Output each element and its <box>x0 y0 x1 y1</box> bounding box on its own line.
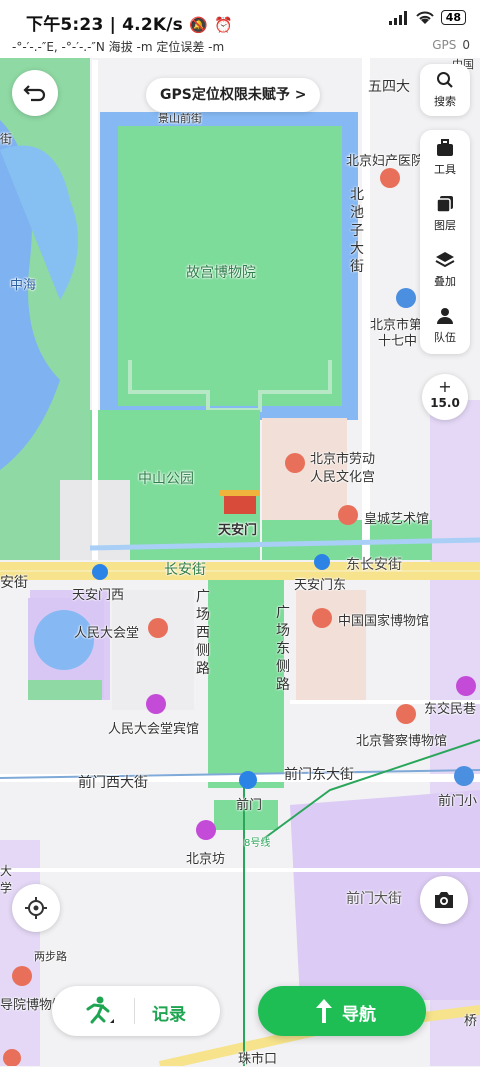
label-wusi: 五四大 <box>368 79 410 95</box>
mute-icon: 🔕 <box>189 16 208 34</box>
label-national-museum: 中国国家博物馆 <box>338 614 430 629</box>
label-liangbulu: 两步路 <box>34 950 67 963</box>
label-tiananmen: 天安门 <box>218 523 258 538</box>
stack-icon <box>435 252 455 268</box>
search-panel: 搜索 <box>420 64 470 116</box>
label-beijingfang: 北京坊 <box>186 852 226 867</box>
label-changan-east: 东长安街 <box>346 557 402 573</box>
label-great-hall: 人民大会堂 <box>74 626 140 641</box>
tools-panel: 工具 图层 叠加 队伍 <box>420 130 470 354</box>
zoom-plus-minus-icon: + <box>438 377 452 396</box>
label-jingshan: 景山前街 <box>158 112 202 125</box>
label-zhongshan-park: 中山公园 <box>138 471 194 487</box>
label-qianmen-east: 前门东大街 <box>284 767 354 783</box>
running-person-icon <box>86 996 114 1024</box>
gps-label: GPS <box>432 38 457 52</box>
overlay-button[interactable]: 叠加 <box>420 242 470 298</box>
record-label: 记录 <box>152 1005 186 1025</box>
record-divider <box>134 998 135 1024</box>
camera-button[interactable] <box>420 876 468 924</box>
camera-icon <box>435 892 453 908</box>
label-guangchang-east: 广场东侧路 <box>276 605 290 693</box>
person-icon <box>437 308 453 324</box>
team-button[interactable]: 队伍 <box>420 298 470 354</box>
record-button[interactable]: 记录 <box>52 986 220 1036</box>
label-qianmen-west: 前门西大街 <box>78 775 148 791</box>
label-guangchang-west: 广场西侧路 <box>196 589 210 677</box>
label-palace: 故宫博物院 <box>186 265 256 281</box>
search-button[interactable]: 搜索 <box>420 64 470 116</box>
label-qiao: 桥 <box>464 1014 478 1029</box>
label-tiananmen-west: 天安门西 <box>72 588 125 603</box>
label-zhushikou: 珠市口 <box>238 1052 278 1067</box>
team-label: 队伍 <box>434 331 456 344</box>
overlay-label: 叠加 <box>434 275 456 288</box>
search-icon <box>437 72 453 88</box>
label-dongjiaomin: 东交民巷 <box>424 702 477 717</box>
wifi-icon <box>415 11 434 24</box>
label-workers-palace-2: 人民文化宫 <box>310 470 376 485</box>
label-qianmen-dajie: 前门大街 <box>346 891 402 907</box>
signal-icon <box>388 10 407 25</box>
search-label: 搜索 <box>434 95 456 108</box>
navigate-arrow-icon <box>316 999 332 1023</box>
tools-label: 工具 <box>434 163 456 176</box>
label-qianmen-xiao: 前门小 <box>438 794 478 809</box>
tools-button[interactable]: 工具 <box>420 130 470 186</box>
label-great-hall-hotel: 人民大会堂宾馆 <box>108 722 200 737</box>
label-fuchan: 北京妇产医院 <box>346 154 425 169</box>
label-qianmen: 前门 <box>236 798 263 813</box>
label-police-museum: 北京警察博物馆 <box>356 734 448 749</box>
toolbox-icon <box>437 139 453 156</box>
layers-label: 图层 <box>434 219 456 232</box>
gps-satellite-count: 0 <box>462 38 470 52</box>
network-speed: 4.2K/s <box>122 15 183 35</box>
label-workers-palace-1: 北京市劳动 <box>310 452 376 467</box>
status-bar: 下午5:23 | 4.2K/s 🔕 ⏰ 48 -°-′-.-″E, -°-′-.… <box>0 0 480 58</box>
label-tiananmen-east: 天安门东 <box>294 578 347 593</box>
label-beichizi: 北池子大街 <box>350 187 364 275</box>
navigate-button[interactable]: 导航 <box>258 986 426 1036</box>
label-top-left: 街 <box>0 132 13 146</box>
layers-icon <box>436 196 453 213</box>
label-da-xue: 大学 <box>0 864 13 895</box>
zoom-level: 15.0 <box>430 396 460 410</box>
zoom-control[interactable]: + 15.0 <box>422 374 468 420</box>
label-zhonghai: 中海 <box>10 278 37 293</box>
label-an-jie: 安街 <box>0 575 28 591</box>
gps-permission-banner[interactable]: GPS定位权限未赋予 > <box>146 78 321 112</box>
locate-button[interactable] <box>12 884 60 932</box>
crosshair-icon <box>25 897 47 919</box>
label-huangcheng: 皇城艺术馆 <box>364 512 430 527</box>
navigate-label: 导航 <box>342 1005 376 1025</box>
battery-indicator: 48 <box>440 10 466 25</box>
back-arrow-icon <box>23 85 46 102</box>
label-school-2: 十七中 <box>378 334 418 349</box>
clock: 下午5:23 <box>26 15 104 35</box>
alarm-icon: ⏰ <box>214 16 233 34</box>
back-button[interactable] <box>12 70 58 116</box>
label-line8: 8号线 <box>244 838 271 849</box>
gps-readout: -°-′-.-″E, -°-′-.-″N 海拔 -m 定位误差 -m <box>12 40 225 54</box>
label-changan-west: 长安街 <box>164 562 206 578</box>
layers-button[interactable]: 图层 <box>420 186 470 242</box>
